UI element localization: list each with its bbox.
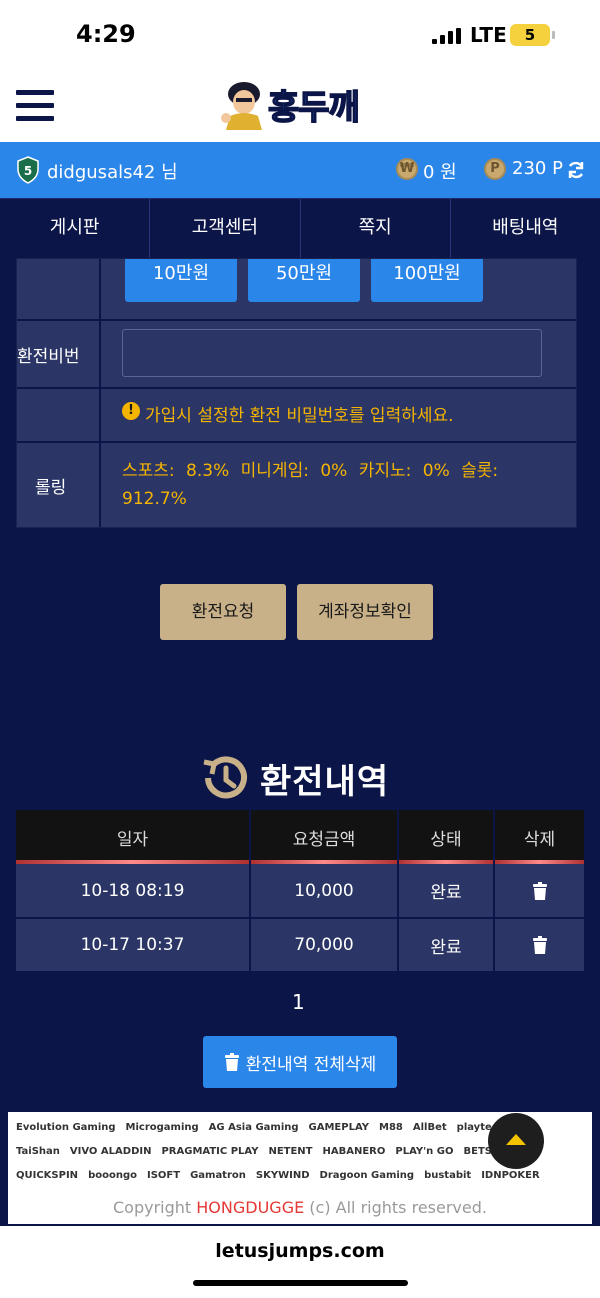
menu-icon[interactable] xyxy=(16,90,54,122)
trash-icon xyxy=(224,1053,239,1071)
home-indicator xyxy=(193,1280,408,1286)
exchange-password-input[interactable] xyxy=(122,329,542,377)
provider-logo: HABANERO xyxy=(322,1146,386,1157)
trash-icon[interactable] xyxy=(532,936,548,954)
row-amount: 10,000 xyxy=(250,864,399,919)
site-logo[interactable]: 홍두깨 xyxy=(218,76,361,132)
copyright: Copyright HONGDUGGE (c) All rights reser… xyxy=(113,1198,487,1217)
col-amount: 요청금액 xyxy=(250,810,399,864)
row-date: 10-17 10:37 xyxy=(16,918,251,973)
refresh-icon[interactable] xyxy=(566,160,586,180)
pagination-page[interactable]: 1 xyxy=(292,990,305,1014)
password-row: 환전비번 xyxy=(17,321,576,389)
trash-icon[interactable] xyxy=(532,881,548,900)
amount-500k-button[interactable]: 50만원 xyxy=(248,259,360,302)
arrow-up-icon xyxy=(506,1134,526,1145)
history-icon xyxy=(203,756,247,799)
amount-row-label xyxy=(17,259,101,319)
provider-logo: TaiShan xyxy=(16,1146,60,1157)
logo-text: 홍두깨 xyxy=(267,87,360,129)
amount-100k-button[interactable]: 10만원 xyxy=(125,259,237,302)
row-amount: 70,000 xyxy=(250,918,399,973)
rolling-label: 롤링 xyxy=(17,443,101,527)
info-icon: ! xyxy=(122,402,140,420)
provider-logo: IDNPOKER xyxy=(481,1170,540,1181)
level-shield-icon: 5 xyxy=(17,156,39,184)
main-nav: 게시판 고객센터 쪽지 배팅내역 xyxy=(0,198,600,258)
row-status: 완료 xyxy=(398,864,495,919)
history-header-row: 일자 요청금액 상태 삭제 xyxy=(16,810,584,864)
provider-logo: QUICKSPIN xyxy=(16,1170,79,1181)
browser-address-bar: letusjumps.com xyxy=(0,1226,600,1298)
provider-logo: VIVO ALADDIN xyxy=(69,1146,152,1157)
provider-logo: PLAY'n GO xyxy=(395,1146,454,1157)
coin-icon: ₩ xyxy=(396,158,418,180)
password-label: 환전비번 xyxy=(17,321,101,387)
col-delete: 삭제 xyxy=(494,810,584,864)
amount-row: 10만원 50만원 100만원 xyxy=(17,259,576,321)
nav-customer-center[interactable]: 고객센터 xyxy=(150,199,301,258)
point-balance: 230 P xyxy=(512,158,563,179)
rolling-rates: 스포츠: 8.3% 미니게임: 0% 카지노: 0% 슬롯: 912.7% xyxy=(122,461,499,509)
copyright-brand: HONGDUGGE xyxy=(196,1198,305,1217)
amount-1m-button[interactable]: 100만원 xyxy=(371,259,483,302)
rolling-row: 롤링 스포츠: 8.3% 미니게임: 0% 카지노: 0% 슬롯: 912.7% xyxy=(17,443,576,527)
provider-logo: AG Asia Gaming xyxy=(208,1122,299,1133)
provider-logo: ISOFT xyxy=(146,1170,181,1181)
nav-board[interactable]: 게시판 xyxy=(0,199,151,258)
point-icon: P xyxy=(484,158,506,180)
username: didgusals42 님 xyxy=(47,162,178,183)
password-hint: 가입시 설정한 환전 비밀번호를 입력하세요. xyxy=(145,406,454,426)
provider-logo: PRAGMATIC PLAY xyxy=(161,1146,259,1157)
provider-logo: NETENT xyxy=(268,1146,313,1157)
provider-logo: Evolution Gaming xyxy=(16,1122,116,1133)
status-time: 4:29 xyxy=(76,20,136,48)
row-date: 10-18 08:19 xyxy=(16,864,251,919)
network-type: LTE xyxy=(470,23,507,47)
provider-logo: Dragoon Gaming xyxy=(319,1170,415,1181)
delete-all-label: 환전내역 전체삭제 xyxy=(245,1054,377,1075)
info-row: ! 가입시 설정한 환전 비밀번호를 입력하세요. xyxy=(17,389,576,443)
provider-logo: M88 xyxy=(379,1122,403,1133)
col-date: 일자 xyxy=(16,810,251,864)
mascot-icon xyxy=(221,82,262,130)
account-info-button[interactable]: 계좌정보확인 xyxy=(297,584,433,640)
scroll-to-top-button[interactable] xyxy=(488,1113,544,1169)
provider-logo: GAMEPLAY xyxy=(308,1122,369,1133)
col-status: 상태 xyxy=(398,810,495,864)
history-table: 일자 요청금액 상태 삭제 10-18 08:19 10,000 완료 10-1… xyxy=(16,810,584,973)
history-title: 환전내역 xyxy=(260,761,390,802)
table-row: 10-18 08:19 10,000 완료 xyxy=(16,864,584,919)
row-status: 완료 xyxy=(398,918,495,973)
site-header: 홍두깨 xyxy=(0,72,600,142)
svg-text:5: 5 xyxy=(24,164,32,178)
nav-messages[interactable]: 쪽지 xyxy=(301,199,451,258)
provider-logo: Microgaming xyxy=(125,1122,199,1133)
exchange-form: 10만원 50만원 100만원 환전비번 ! 가입시 설정한 환전 비밀번호를 … xyxy=(16,258,577,528)
provider-logo: bustabit xyxy=(424,1170,472,1181)
provider-logo: SKYWIND xyxy=(255,1170,310,1181)
user-bar: 5 didgusals42 님 ₩ 0 원 P 230 P xyxy=(0,142,600,198)
status-bar: 4:29 LTE 5 xyxy=(0,0,600,72)
provider-logo: booongo xyxy=(88,1170,137,1181)
signal-icon xyxy=(432,28,461,44)
money-balance: 0 원 xyxy=(423,162,457,183)
battery-icon: 5 xyxy=(510,24,555,46)
exchange-request-button[interactable]: 환전요청 xyxy=(160,584,286,640)
provider-logo: Gamatron xyxy=(190,1170,246,1181)
delete-all-history-button[interactable]: 환전내역 전체삭제 xyxy=(203,1036,397,1088)
url-text[interactable]: letusjumps.com xyxy=(0,1240,600,1262)
table-row: 10-17 10:37 70,000 완료 xyxy=(16,918,584,973)
history-heading: 환전내역 xyxy=(198,750,389,806)
nav-betting-history[interactable]: 배팅내역 xyxy=(451,199,600,258)
provider-logo: AllBet xyxy=(412,1122,447,1133)
